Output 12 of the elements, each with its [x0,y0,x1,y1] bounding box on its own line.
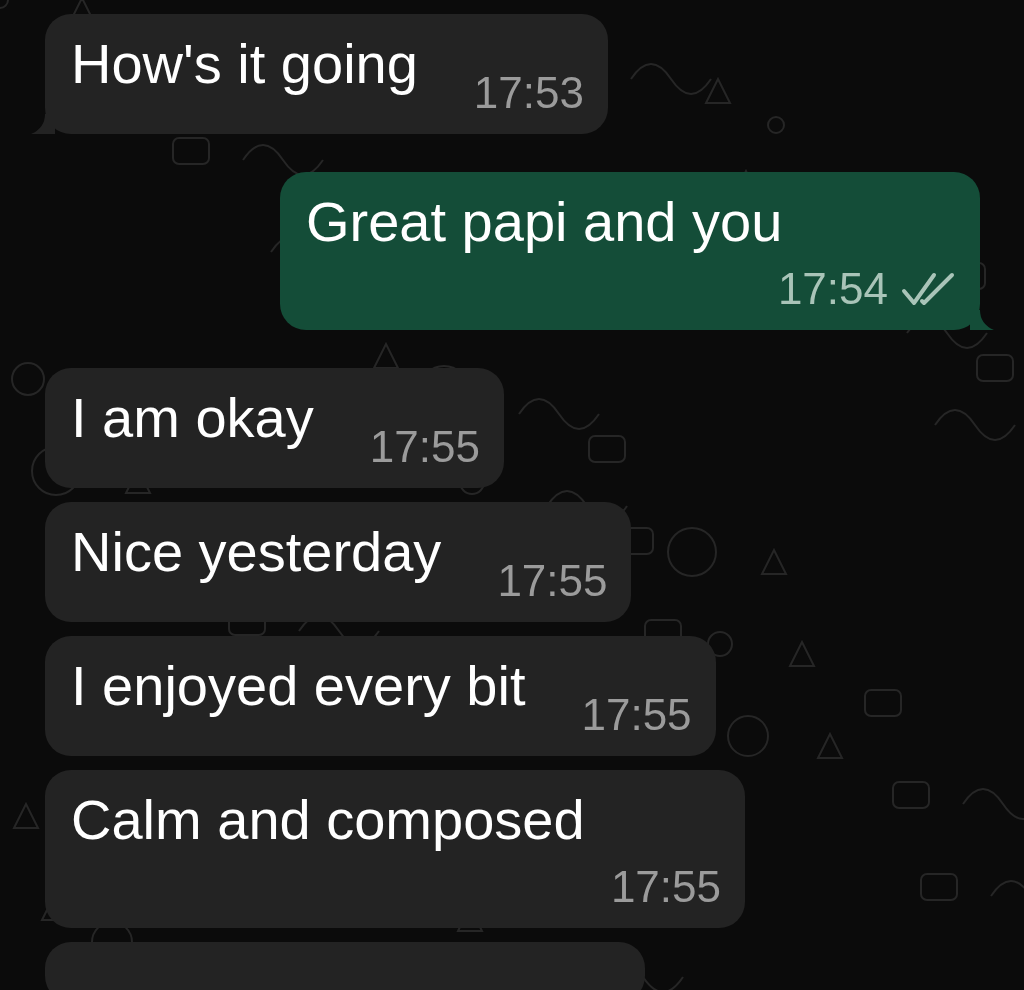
message-text: Great papi and you [306,189,783,255]
message-text: Nice yesterday [71,519,442,585]
message-text: I enjoyed every bit [71,653,526,719]
message-time: 17:55 [369,422,480,472]
message-time: 17:55 [610,862,721,912]
message-time: 17:55 [497,556,608,606]
message-text: Calm and composed [71,787,585,853]
message-time: 17:54 [777,264,888,314]
message-text: How's it going [71,31,418,97]
message-text: I am okay [71,385,314,451]
message-time: 17:53 [473,68,584,118]
message-time: 17:55 [581,690,692,740]
